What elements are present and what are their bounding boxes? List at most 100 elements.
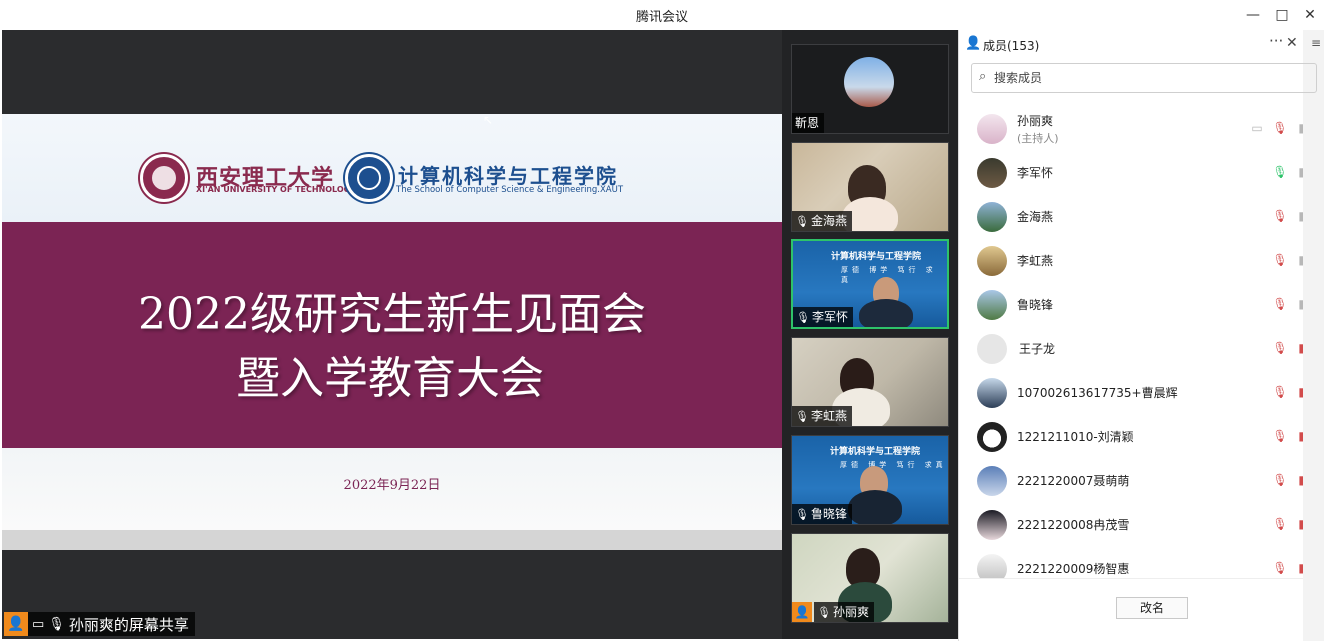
mic-off-icon[interactable]: 🎙 (1272, 297, 1288, 311)
video-tile-name: 🎙 鲁晓锋 (792, 504, 852, 524)
menu-icon[interactable]: ≡ (1311, 36, 1321, 50)
member-name: 107002613617735+曹晨辉 (1017, 386, 1178, 400)
avatar (977, 510, 1007, 540)
avatar (977, 246, 1007, 276)
video-tile-name: 🎙 金海燕 (792, 211, 852, 231)
screen-share-icon: ▭ (1251, 121, 1263, 135)
mic-off-icon[interactable]: 🎙 (1272, 121, 1288, 135)
slide-title-line1: 2022级研究生新生见面会 (138, 289, 646, 340)
mic-off-icon[interactable]: 🎙 (1272, 473, 1288, 487)
members-panel: 👤 成员(153) ··· ✕ ≡ ⌕ 孙丽爽 (主持人) ▭ 🎙 ■ 李军怀 … (958, 30, 1324, 641)
video-tile[interactable]: 靳恩 (791, 44, 949, 134)
meeting-window: 腾讯会议 — □ ✕ 西安理工大学 XI'AN UNIVERSITY OF TE… (0, 0, 1324, 641)
member-name: 鲁晓锋 (1017, 298, 1054, 312)
presentation-slide: 西安理工大学 XI'AN UNIVERSITY OF TECHNOLOGY 计算… (2, 114, 782, 530)
minimize-button[interactable]: — (1242, 4, 1264, 26)
camera-off-icon[interactable]: ■ (1296, 429, 1303, 443)
avatar (977, 202, 1007, 232)
avatar (977, 378, 1007, 408)
list-item[interactable]: 2221220008冉茂雪 🎙 ■ (959, 504, 1303, 548)
member-search[interactable]: ⌕ (971, 63, 1317, 93)
video-tile[interactable]: 计算机科学与工程学院 厚德 博学 笃行 求真 🎙 鲁晓锋 (791, 435, 949, 525)
video-tile[interactable]: 🎙 金海燕 (791, 142, 949, 232)
title-bar: 腾讯会议 — □ ✕ (0, 0, 1324, 30)
share-bottom-bar (2, 530, 782, 550)
camera-off-icon[interactable]: ■ (1296, 517, 1303, 531)
member-name: 2221220008冉茂雪 (1017, 518, 1130, 532)
mic-off-icon: 🎙 (795, 508, 809, 521)
camera-off-icon[interactable]: ■ (1296, 341, 1303, 355)
close-window-button[interactable]: ✕ (1299, 4, 1321, 26)
list-item[interactable]: 107002613617735+曹晨辉 🎙 ■ (959, 372, 1303, 416)
video-tile-name: 🎙 李军怀 (793, 307, 853, 327)
camera-icon[interactable]: ■ (1296, 165, 1303, 179)
mouse-cursor-icon: ↖ (483, 113, 494, 127)
mic-off-icon[interactable]: 🎙 (1272, 561, 1288, 575)
rename-button[interactable]: 改名 (1116, 597, 1188, 619)
avatar (977, 422, 1007, 452)
list-item[interactable]: 2221220009杨智惠 🎙 ■ (959, 548, 1303, 578)
list-item[interactable]: 金海燕 🎙 ■ (959, 196, 1303, 240)
school-name-en: XI'AN UNIVERSITY OF TECHNOLOGY (196, 185, 356, 194)
share-owner-text: 孙丽爽的屏幕共享 (68, 615, 189, 634)
list-item[interactable]: 李虹燕 🎙 ■ (959, 240, 1303, 284)
list-item[interactable]: 鲁晓锋 🎙 ■ (959, 284, 1303, 328)
mic-on-icon: 🎙 (796, 311, 810, 324)
user-icon: 👤 (4, 612, 28, 636)
member-name: 王子龙 (1019, 342, 1056, 356)
mic-off-icon: 🎙 (48, 616, 65, 632)
members-footer: 改名 (959, 578, 1303, 641)
video-tile[interactable]: 🎙 李虹燕 (791, 337, 949, 427)
camera-icon[interactable]: ■ (1296, 121, 1303, 135)
member-name: 2221220009杨智惠 (1017, 562, 1130, 576)
mic-off-icon: 🎙 (795, 410, 809, 423)
list-item[interactable]: 李军怀 🎙 ■ (959, 152, 1303, 196)
member-list[interactable]: 孙丽爽 (主持人) ▭ 🎙 ■ 李军怀 🎙 ■ 金海燕 🎙 ■ 李虹燕 (959, 108, 1303, 578)
video-tile-name: 靳恩 (792, 113, 825, 133)
slide-footer: 2022年9月22日 (2, 448, 782, 530)
mic-on-icon[interactable]: 🎙 (1272, 165, 1288, 179)
member-role: (主持人) (1017, 132, 1059, 145)
screen-share-area[interactable]: 西安理工大学 XI'AN UNIVERSITY OF TECHNOLOGY 计算… (2, 30, 782, 639)
video-tile-active-speaker[interactable]: 计算机科学与工程学院 厚德 博学 笃行 求真 🎙 李军怀 (791, 239, 949, 329)
maximize-button[interactable]: □ (1271, 4, 1293, 26)
close-panel-icon[interactable]: ✕ (1286, 35, 1298, 51)
mic-off-icon[interactable]: 🎙 (1272, 429, 1288, 443)
camera-icon[interactable]: ■ (1296, 253, 1303, 267)
window-title: 腾讯会议 (635, 10, 688, 25)
college-logo-icon (345, 154, 393, 202)
list-item[interactable]: 王子龙 🎙 ■ (959, 328, 1303, 372)
camera-off-icon[interactable]: ■ (1296, 473, 1303, 487)
slide-title-band: 2022级研究生新生见面会 暨入学教育大会 (2, 222, 782, 448)
slide-title-line2: 暨入学教育大会 (236, 353, 544, 404)
camera-off-icon[interactable]: ■ (1296, 561, 1303, 575)
mic-off-icon[interactable]: 🎙 (1272, 341, 1288, 355)
more-options-icon[interactable]: ··· (1269, 32, 1283, 50)
user-icon: 👤 (792, 602, 812, 622)
search-icon: ⌕ (979, 69, 987, 84)
list-item[interactable]: 2221220007聂萌萌 🎙 ■ (959, 460, 1303, 504)
mic-off-icon[interactable]: 🎙 (1272, 385, 1288, 399)
avatar (977, 290, 1007, 320)
list-item[interactable]: 1221211010-刘清颖 🎙 ■ (959, 416, 1303, 460)
camera-icon[interactable]: ■ (1296, 297, 1303, 311)
members-header: 👤 成员(153) ··· ✕ ≡ (959, 30, 1324, 58)
avatar (844, 57, 894, 107)
video-tile[interactable]: 👤 🎙 孙丽爽 (791, 533, 949, 623)
member-name: 金海燕 (1017, 210, 1054, 224)
mic-off-icon[interactable]: 🎙 (1272, 517, 1288, 531)
share-owner-label: 👤 ▭ 🎙 孙丽爽的屏幕共享 (4, 612, 195, 636)
member-name: 孙丽爽 (1017, 114, 1054, 128)
avatar (977, 114, 1007, 144)
camera-icon[interactable]: ■ (1296, 209, 1303, 223)
list-item[interactable]: 孙丽爽 (主持人) ▭ 🎙 ■ (959, 108, 1303, 152)
camera-off-icon[interactable]: ■ (1296, 385, 1303, 399)
avatar (977, 554, 1007, 578)
mic-off-icon[interactable]: 🎙 (1272, 209, 1288, 223)
search-input[interactable] (994, 68, 1304, 88)
college-banner-icon: 计算机科学与工程学院 (831, 252, 922, 262)
university-logo-icon (140, 154, 188, 202)
mic-off-icon: 🎙 (817, 606, 831, 619)
mic-off-icon[interactable]: 🎙 (1272, 253, 1288, 267)
screen-share-icon: ▭ (32, 616, 45, 632)
